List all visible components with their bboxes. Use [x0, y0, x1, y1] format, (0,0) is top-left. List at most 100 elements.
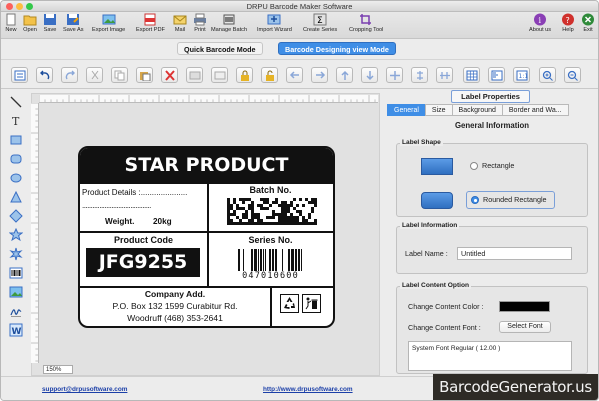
arrow-left-icon	[289, 71, 299, 79]
new-button[interactable]: New	[4, 13, 18, 33]
actual-size-icon: 1:1	[516, 70, 528, 81]
about-us-button[interactable]: i New About us	[529, 13, 551, 33]
quick-barcode-mode-button[interactable]: Quick Barcode Mode	[177, 42, 263, 55]
burst-tool-icon[interactable]	[9, 247, 23, 261]
exit-button[interactable]: Exit	[581, 13, 595, 33]
import-wizard-button[interactable]: Import Wizard	[257, 13, 292, 33]
designing-view-mode-button[interactable]: Barcode Designing view Mode	[278, 42, 396, 55]
star-tool-icon[interactable]	[9, 228, 23, 242]
cut-icon	[91, 70, 99, 80]
cut-button[interactable]	[86, 67, 103, 83]
series-linear-barcode	[238, 249, 302, 271]
align-bottom-button[interactable]	[361, 67, 378, 83]
mail-button[interactable]: Mail	[173, 13, 187, 33]
zoom-in-button[interactable]	[539, 67, 556, 83]
label-information-title: Label Information	[400, 222, 460, 229]
ellipse-tool-icon[interactable]	[9, 171, 23, 185]
triangle-tool-icon[interactable]	[9, 190, 23, 204]
website-link[interactable]: http://www.drpusoftware.com	[263, 386, 353, 393]
help-button[interactable]: ? Help	[561, 13, 575, 33]
crop-icon	[360, 14, 372, 25]
unlock-icon	[266, 70, 274, 81]
center-horizontal-icon	[440, 72, 450, 79]
lock-button[interactable]	[236, 67, 253, 83]
label-name-input[interactable]: Untitled	[457, 247, 572, 260]
signature-tool-icon[interactable]	[9, 304, 23, 318]
content-color-swatch[interactable]	[499, 301, 550, 312]
delete-button[interactable]	[161, 67, 178, 83]
barcode-tool-icon[interactable]	[9, 266, 23, 280]
rounded-rectangle-radio[interactable]	[471, 196, 479, 204]
label-shape-title: Label Shape	[400, 139, 443, 146]
paste-icon	[140, 72, 151, 81]
rounded-rectangle-radio-label: Rounded Rectangle	[483, 195, 547, 204]
label-properties-header[interactable]: Label Properties	[451, 90, 530, 103]
unlock-button[interactable]	[261, 67, 278, 83]
word-art-tool-icon[interactable]: W	[9, 323, 23, 337]
svg-text:1:1: 1:1	[519, 73, 529, 80]
open-button[interactable]: Open	[23, 13, 37, 33]
cropping-tool-button[interactable]: Cropping Tool	[349, 13, 383, 33]
tab-general[interactable]: General	[387, 104, 426, 116]
exit-icon	[582, 13, 594, 26]
line-tool-icon[interactable]	[9, 95, 23, 109]
export-image-button[interactable]: Export Image	[92, 13, 125, 33]
center-button[interactable]	[386, 67, 403, 83]
label-name-label: Label Name :	[405, 249, 448, 258]
batch-datamatrix-barcode	[227, 198, 317, 225]
align-top-button[interactable]	[336, 67, 353, 83]
zoom-out-button[interactable]	[564, 67, 581, 83]
support-email-link[interactable]: support@drpusoftware.com	[42, 386, 127, 393]
tab-size[interactable]: Size	[424, 104, 453, 116]
product-details-dots: ........................................	[82, 201, 151, 210]
copy-button[interactable]	[111, 67, 128, 83]
rounded-rectangle-shape-preview	[421, 192, 453, 209]
properties-tool-button[interactable]	[11, 67, 28, 83]
ungroup-button[interactable]	[211, 67, 228, 83]
create-series-button[interactable]: Σ Create Series	[303, 13, 337, 33]
tab-background[interactable]: Background	[451, 104, 503, 116]
rectangle-radio[interactable]	[470, 162, 478, 170]
arrow-down-icon	[366, 71, 374, 81]
product-details-text: Product Details :.....................	[82, 188, 188, 197]
mode-bar: Quick Barcode Mode Barcode Designing vie…	[1, 39, 598, 59]
tab-border-and-watermark[interactable]: Border and Wa...	[501, 104, 569, 116]
svg-text:T: T	[12, 115, 20, 128]
title-bar: DRPU Barcode Maker Software	[1, 1, 598, 12]
image-tool-icon[interactable]	[9, 285, 23, 299]
paste-button[interactable]	[136, 67, 153, 83]
center-horizontal-button[interactable]	[436, 67, 453, 83]
main-toolbar: New Open Save Save As Export Image Expor…	[1, 12, 598, 39]
rounded-rectangle-tool-icon[interactable]	[9, 152, 23, 166]
group-button[interactable]	[186, 67, 203, 83]
folder-open-icon	[23, 15, 37, 26]
diamond-tool-icon[interactable]	[9, 209, 23, 223]
barcode-label[interactable]: STAR PRODUCT Product Details :..........…	[78, 146, 335, 328]
drawing-tools-panel: T W	[7, 93, 27, 348]
manage-batch-button[interactable]: Manage Batch	[211, 13, 247, 33]
ruler-button[interactable]	[488, 67, 505, 83]
copy-icon	[114, 70, 125, 81]
actual-size-button[interactable]: 1:1	[513, 67, 530, 83]
grid-button[interactable]	[463, 67, 480, 83]
save-button[interactable]: Save	[43, 13, 57, 33]
print-button[interactable]: Print	[193, 13, 207, 33]
address-line-1: P.O. Box 132 1599 Curabitur Rd.	[112, 301, 238, 311]
align-right-button[interactable]	[311, 67, 328, 83]
center-vertical-button[interactable]	[411, 67, 428, 83]
export-pdf-button[interactable]: Export PDF	[136, 13, 165, 33]
save-as-button[interactable]: Save As	[63, 13, 84, 33]
align-left-button[interactable]	[286, 67, 303, 83]
dispose-trash-icon	[302, 294, 321, 313]
zoom-level-field[interactable]: 150%	[43, 365, 73, 374]
redo-button[interactable]	[61, 67, 78, 83]
mail-icon	[173, 15, 187, 25]
rectangle-tool-icon[interactable]	[9, 133, 23, 147]
redo-icon	[65, 70, 75, 80]
delete-icon	[165, 70, 175, 81]
text-tool-icon[interactable]: T	[9, 114, 23, 128]
undo-button[interactable]	[36, 67, 53, 83]
label-information-group: Label Information Label Name : Untitled	[396, 222, 588, 274]
select-font-button[interactable]: Select Font	[499, 321, 551, 333]
import-wizard-icon	[267, 14, 281, 25]
